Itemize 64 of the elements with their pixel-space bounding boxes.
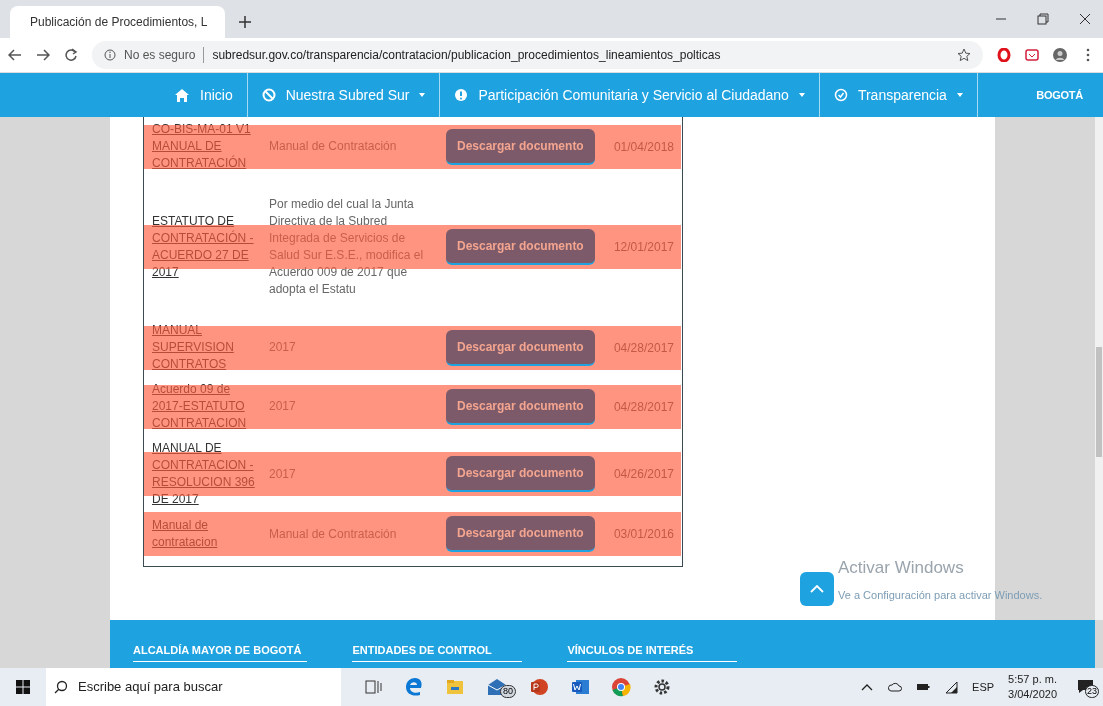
task-view-icon[interactable]	[363, 677, 383, 697]
info-icon	[104, 49, 116, 61]
document-date: 01/04/2018	[613, 138, 674, 156]
document-link[interactable]: MANUAL DE CONTRATACION - RESOLUCION 396 DE 2017	[152, 440, 257, 508]
star-icon[interactable]	[957, 48, 971, 62]
document-date: 04/28/2017	[613, 339, 674, 357]
info-icon	[454, 88, 469, 102]
browser-tab[interactable]: Publicación de Procedimientos, L	[10, 6, 225, 38]
wifi-icon[interactable]	[944, 680, 959, 694]
scroll-top-button[interactable]	[800, 572, 834, 606]
windows-icon[interactable]	[16, 680, 30, 694]
download-button[interactable]: Descargar documento	[446, 516, 595, 552]
activation-title: Activar Windows	[838, 557, 965, 579]
avatar-icon[interactable]	[1053, 48, 1067, 62]
close-icon[interactable]	[1079, 13, 1091, 25]
footer-heading: ALCALDÍA MAYOR DE BOGOTÁ	[133, 641, 308, 662]
ban-icon	[261, 88, 276, 102]
edge-icon[interactable]	[404, 677, 424, 697]
document-date: 03/01/2016	[613, 526, 674, 543]
document-link[interactable]: MANUAL SUPERVISION CONTRATOS	[152, 322, 257, 373]
document-date: 04/28/2017	[613, 398, 674, 416]
clock-time: 5:57 p. m.	[1008, 672, 1057, 687]
download-button[interactable]: Descargar documento	[446, 229, 595, 265]
security-label: No es seguro	[124, 47, 196, 64]
taskbar-search-field[interactable]: Escribe aquí para buscar	[46, 668, 341, 706]
download-button[interactable]: Descargar documento	[446, 388, 595, 425]
o-icon[interactable]	[997, 48, 1011, 62]
address-bar[interactable]: No es seguro subredsur.gov.co/transparencia/contratacion/publicacion_procedimientos_lineamientos_polticas	[92, 41, 983, 69]
powerpoint-icon[interactable]	[529, 677, 549, 697]
language-indicator[interactable]: ESP	[972, 678, 995, 696]
document-link[interactable]: Acuerdo 09 de 2017-ESTATUTO CONTRATACION	[152, 381, 257, 432]
footer-heading: ENTIDADES DE CONTROL	[352, 641, 523, 662]
chrome-icon[interactable]	[611, 677, 631, 697]
cloud-icon[interactable]	[888, 680, 903, 694]
forward-icon[interactable]	[36, 48, 50, 62]
url-text: subredsur.gov.co/transparencia/contratacion/publicacion_procedimientos_lineamientos_polticas	[212, 47, 721, 64]
bogota-logo[interactable]: BOGOTÁ	[1036, 86, 1083, 104]
word-icon[interactable]	[570, 677, 590, 697]
download-button[interactable]: Descargar documento	[446, 329, 595, 366]
document-date: 04/26/2017	[613, 466, 674, 483]
scrollbar-thumb[interactable]	[1096, 347, 1102, 457]
chevron-up-icon	[810, 585, 824, 593]
gear-icon[interactable]	[652, 677, 672, 697]
document-link[interactable]: ESTATUTO DE CONTRATACIÓN - ACUERDO 27 DE 2017	[152, 213, 257, 281]
folder-icon[interactable]	[445, 677, 465, 697]
new-tab-icon[interactable]	[239, 16, 251, 28]
download-button[interactable]: Descargar documento	[446, 128, 595, 165]
reload-icon[interactable]	[64, 48, 78, 62]
back-icon[interactable]	[8, 48, 22, 62]
document-date: 12/01/2017	[613, 239, 674, 256]
document-link[interactable]: Manual de contratacion	[152, 517, 257, 551]
footer-heading: VÍNCULOS DE INTERÉS	[567, 641, 738, 662]
document-link[interactable]: CO-BIS-MA-01 V1 MANUAL DE CONTRATACIÓN	[152, 121, 257, 172]
notification-badge: 23	[1085, 685, 1099, 698]
check-circle-icon	[833, 88, 848, 102]
home-icon	[174, 87, 190, 103]
clock-date: 3/04/2020	[1008, 687, 1057, 702]
search-icon	[54, 680, 68, 694]
search-placeholder: Escribe aquí para buscar	[78, 678, 223, 697]
tab-title: Publicación de Procedimientos, L	[30, 14, 208, 31]
download-button[interactable]: Descargar documento	[446, 456, 595, 492]
restore-icon[interactable]	[1037, 13, 1049, 25]
pocket-icon[interactable]	[1025, 48, 1039, 62]
activation-subtitle: Ve a Configuración para activar Windows.	[838, 587, 1043, 603]
